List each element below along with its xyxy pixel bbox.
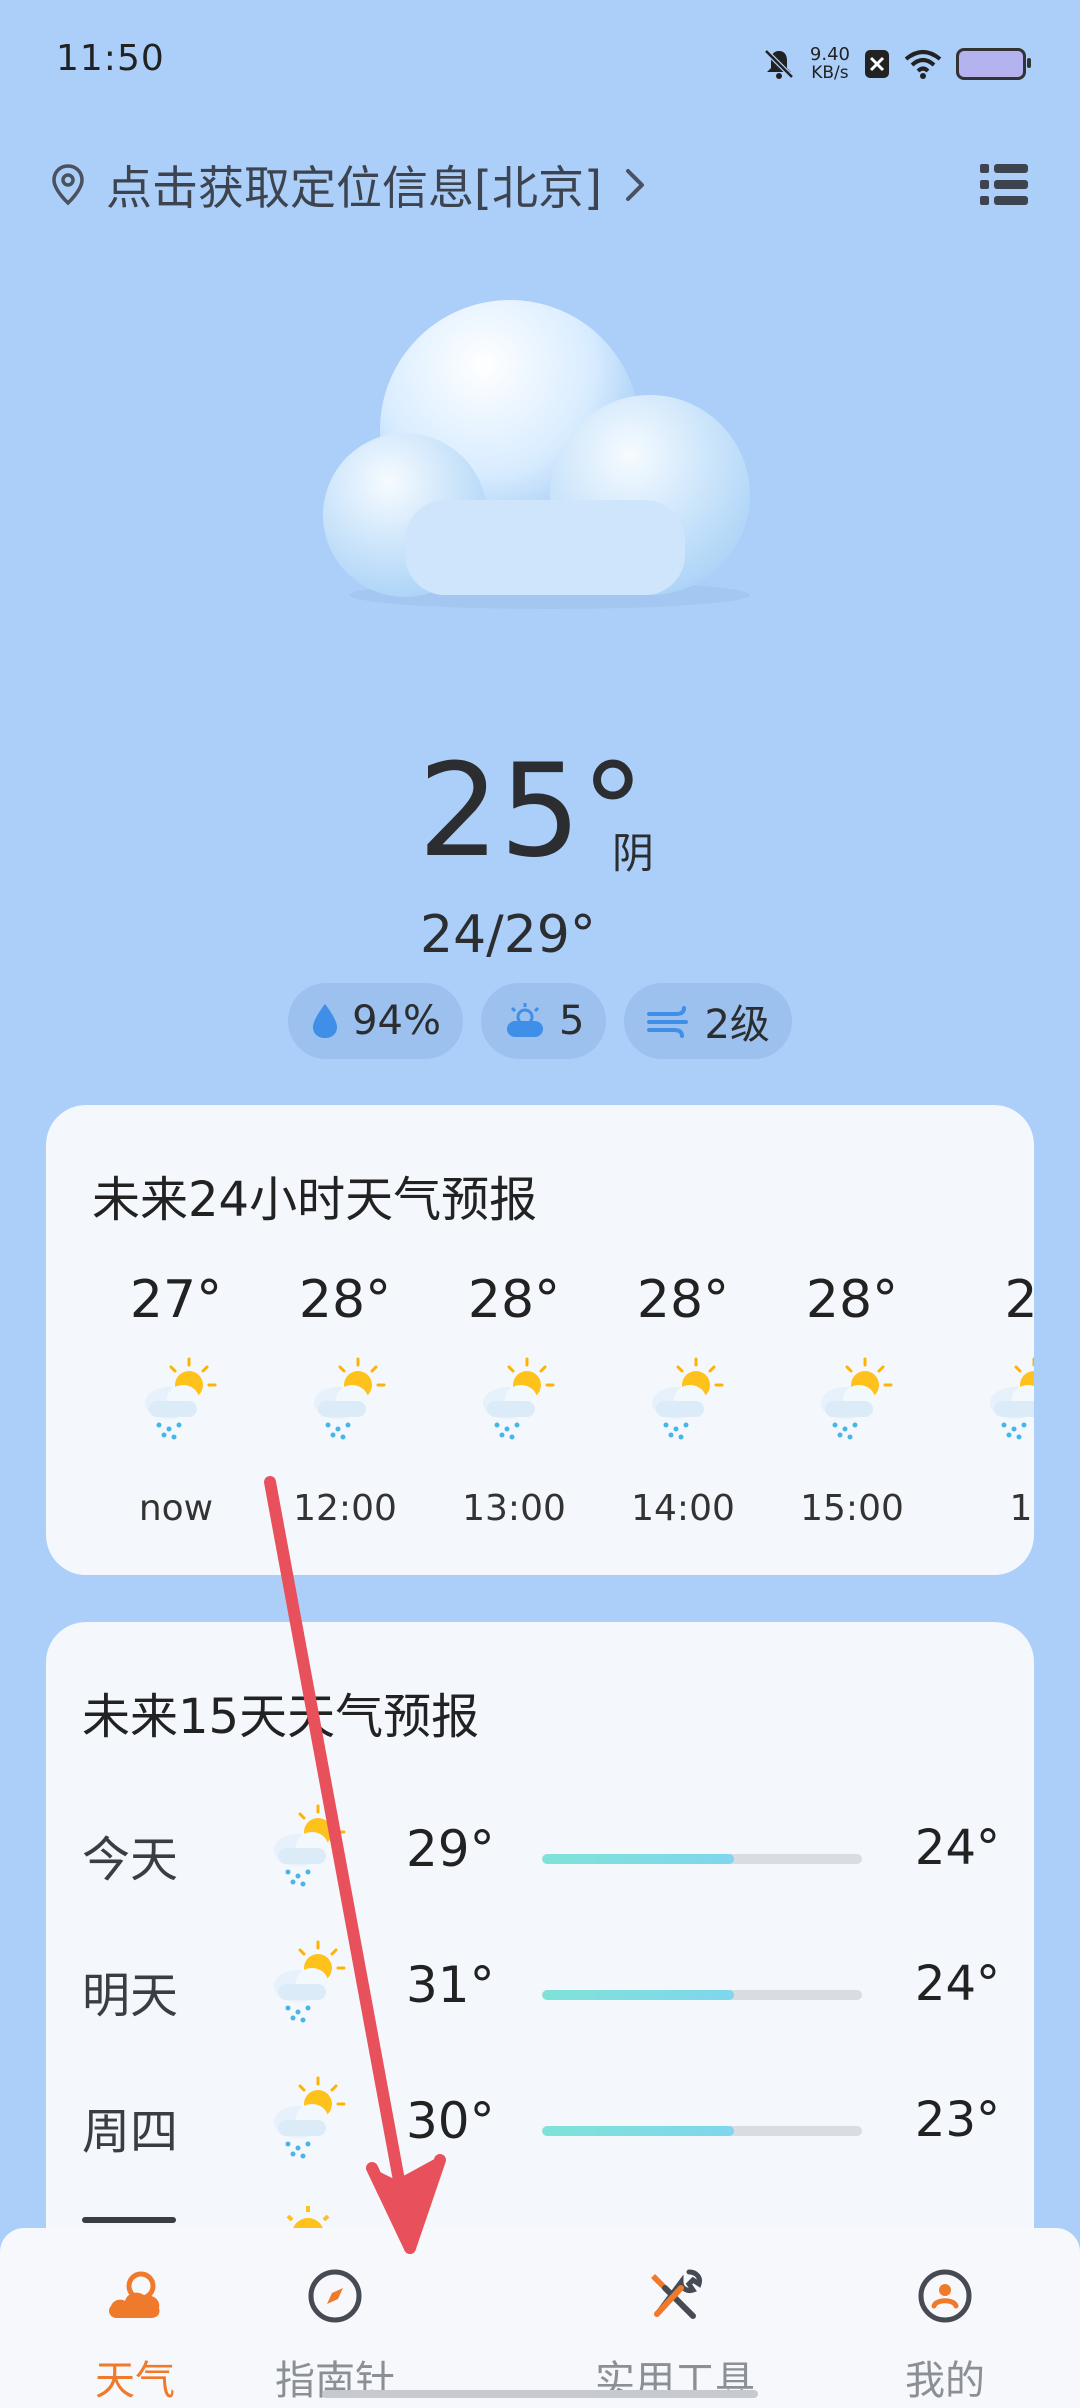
sun-rain-cloud-icon: [145, 1357, 217, 1440]
hourly-icon-wrap: [308, 1355, 388, 1445]
hourly-icon-wrap: [984, 1355, 1034, 1445]
nav-tab-tools[interactable]: 实用工具: [540, 2228, 810, 2408]
sun-rain-cloud-icon: [274, 1940, 346, 2023]
location-pin-icon: [52, 164, 84, 206]
hourly-icon-wrap: [646, 1355, 726, 1445]
hourly-time: now: [138, 1488, 214, 1529]
sun-rain-cloud-icon: [274, 1804, 346, 1887]
daily-low-temp: 23°: [914, 2092, 1000, 2148]
daily-high-temp: 30°: [406, 2092, 495, 2150]
daily-day-name: 明天: [82, 1968, 179, 2024]
hourly-icon-wrap: [815, 1355, 895, 1445]
hourly-time: 13:00: [462, 1488, 566, 1529]
humidity-value: 94%: [352, 998, 441, 1044]
tools-icon: [651, 2269, 702, 2319]
aqi-value: 5: [559, 998, 585, 1044]
daily-row[interactable]: 明天 31° 24°: [46, 1938, 1034, 2038]
daily-icon-wrap: [268, 1802, 348, 1892]
status-icons: 9.40 KB/s: [762, 40, 1031, 88]
daily-temp-bar-fill: [542, 1854, 734, 1864]
hourly-icon-wrap: [139, 1355, 219, 1445]
next-day-row-partial: [82, 2217, 176, 2223]
weather-stats: 94% 5 2级: [0, 983, 1080, 1059]
status-time: 11:50: [56, 38, 165, 79]
hourly-temp: 28°: [467, 1270, 561, 1330]
compass-icon: [308, 2269, 362, 2323]
hourly-temp: 2: [1004, 1270, 1034, 1330]
pm25-icon: [507, 1003, 543, 1037]
nav-label-profile: 我的: [905, 2358, 985, 2404]
hourly-time: 1: [1009, 1488, 1033, 1529]
home-indicator[interactable]: [322, 2390, 758, 2398]
daily-icon-wrap: [268, 2074, 348, 2164]
daily-day-name: 周四: [82, 2104, 179, 2160]
hourly-forecast-title: 未来24小时天气预报: [92, 1172, 538, 1228]
daily-row[interactable]: 周四 30° 23°: [46, 2074, 1034, 2174]
overcast-cloud-icon: [323, 300, 750, 609]
hourly-temp: 28°: [636, 1270, 730, 1330]
hourly-temp: 28°: [298, 1270, 392, 1330]
hourly-time: 12:00: [293, 1488, 397, 1529]
sun-rain-cloud-icon: [990, 1357, 1034, 1440]
daily-low-temp: 24°: [914, 1956, 1000, 2012]
net-speed: 9.40 KB/s: [809, 44, 850, 83]
sun-rain-cloud-icon: [274, 2076, 346, 2159]
bottom-navigation: 天气 指南针 实用工具 我的: [0, 2228, 1080, 2408]
daily-forecast-title: 未来15天天气预报: [82, 1689, 480, 1745]
daily-temp-bar: [542, 1854, 862, 1864]
nav-tab-compass[interactable]: 指南针: [270, 2228, 540, 2408]
daily-low-temp: 24°: [914, 1820, 1000, 1876]
net-speed-value: 9.40: [809, 44, 850, 65]
aqi-chip: 5: [481, 983, 607, 1059]
humidity-chip: 94%: [288, 983, 463, 1059]
weather-screen: 11:50 9.40 KB/s 点击获取定位信息[北京] 25° 阴 24/29…: [0, 0, 1080, 2408]
daily-icon-wrap: [268, 1938, 348, 2028]
sun-rain-cloud-icon: [652, 1357, 724, 1440]
list-menu-icon: [980, 164, 1028, 205]
daily-temp-bar: [542, 1990, 862, 2000]
chevron-right-icon: [625, 169, 644, 201]
daily-high-temp: 29°: [406, 1820, 495, 1878]
current-temperature: 25°: [418, 737, 645, 886]
location-selector[interactable]: 点击获取定位信息[北京]: [50, 150, 648, 220]
profile-icon: [918, 2269, 972, 2323]
hourly-temp: 27°: [129, 1270, 223, 1330]
hourly-temp: 28°: [805, 1270, 899, 1330]
wifi-icon: [904, 50, 942, 79]
location-text: 点击获取定位信息[北京]: [106, 161, 602, 215]
daily-day-name: 今天: [82, 1832, 179, 1888]
temperature-range: 24/29°: [420, 905, 596, 965]
battery-icon: [956, 48, 1031, 80]
daily-temp-bar-fill: [542, 2126, 734, 2136]
mute-bell-icon: [764, 49, 794, 79]
net-speed-unit: KB/s: [811, 63, 849, 83]
daily-row[interactable]: 今天 29° 24°: [46, 1802, 1034, 1902]
current-condition: 阴: [612, 829, 655, 878]
menu-list-button[interactable]: [978, 158, 1030, 210]
status-bar: 11:50 9.40 KB/s: [0, 0, 1080, 120]
hourly-icon-wrap: [477, 1355, 557, 1445]
water-drop-icon: [313, 1004, 338, 1038]
nav-tab-profile[interactable]: 我的: [810, 2228, 1080, 2408]
hourly-time: 14:00: [631, 1488, 735, 1529]
sun-rain-cloud-icon: [314, 1357, 386, 1440]
daily-high-temp: 31°: [406, 1956, 495, 2014]
hourly-time: 15:00: [800, 1488, 904, 1529]
daily-temp-bar: [542, 2126, 862, 2136]
sim-blocked-icon: [865, 50, 889, 78]
sun-rain-cloud-icon: [821, 1357, 893, 1440]
daily-temp-bar-fill: [542, 1990, 734, 2000]
sun-rain-cloud-icon: [483, 1357, 555, 1440]
hourly-forecast-card[interactable]: 未来24小时天气预报 27° now 28° 12:00 28° 13:00 28° 14:0…: [46, 1105, 1034, 1575]
wind-value: 2级: [704, 1002, 770, 1048]
wind-icon: [647, 1006, 689, 1038]
weather-cloud-icon: [109, 2271, 160, 2318]
wind-chip: 2级: [624, 983, 792, 1059]
